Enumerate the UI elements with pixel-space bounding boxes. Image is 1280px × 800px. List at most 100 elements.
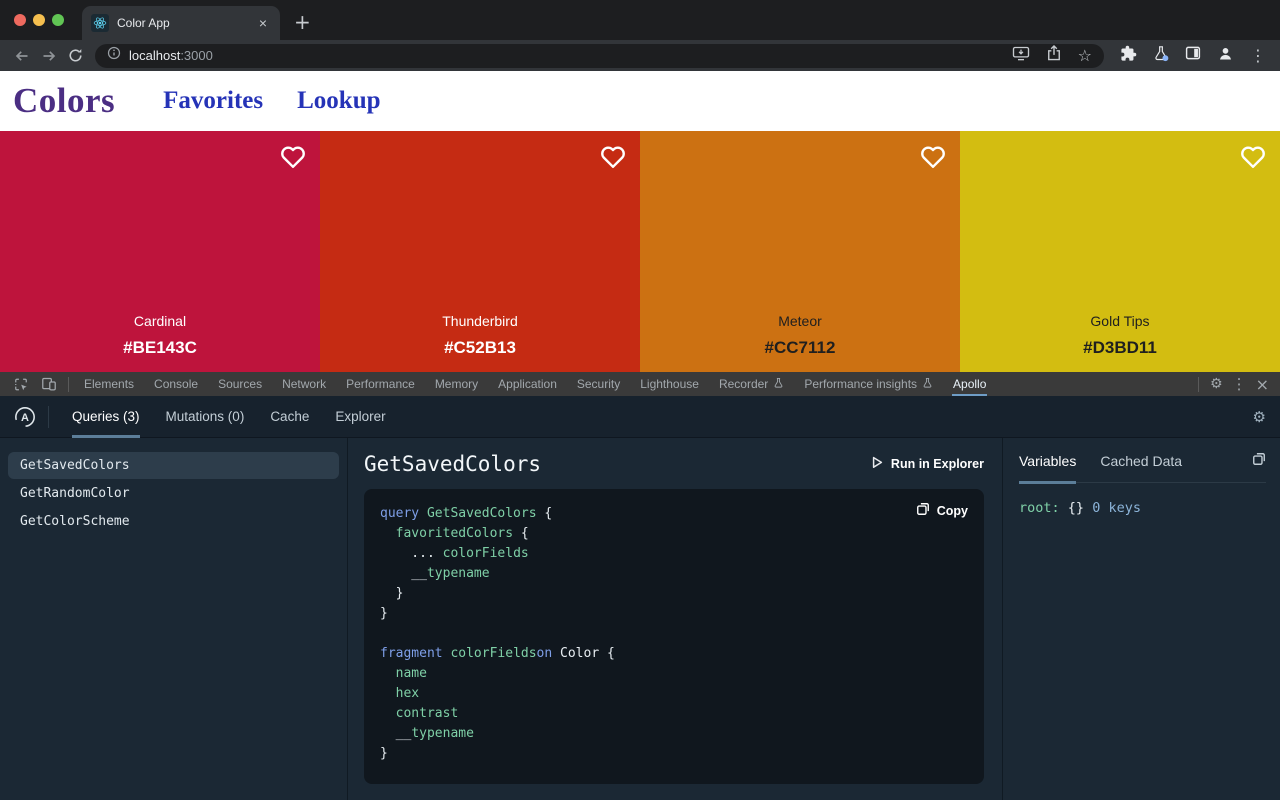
run-in-explorer-button[interactable]: Run in Explorer [871,456,984,472]
favorite-heart-icon[interactable] [599,144,627,174]
devtools-tab[interactable]: Recorder [709,372,794,396]
devtools-tab[interactable]: Console [144,372,208,396]
query-list-item[interactable]: GetSavedColors [8,452,339,479]
side-panel-icon[interactable] [1185,45,1201,66]
devtools-tab-label: Sources [218,377,262,391]
forward-icon[interactable] [35,48,62,64]
devtools-tab-label: Lighthouse [640,377,699,391]
devtools-tab-label: Recorder [719,377,768,391]
reload-icon[interactable] [62,48,89,63]
code-line: } [380,584,968,604]
devtools-menu-icon[interactable]: ⋮ [1229,375,1250,393]
devtools-settings-gear-icon[interactable]: ⚙ [1210,376,1223,392]
devtools-tab[interactable]: Network [272,372,336,396]
profile-avatar-icon[interactable] [1217,45,1234,67]
favorite-heart-icon[interactable] [279,144,307,174]
browser-tab[interactable]: Color App × [82,6,280,40]
variables-root-row[interactable]: root: {} 0 keys [1003,483,1280,533]
variables-panel: Variables Cached Data root: {} 0 keys [1002,438,1280,800]
color-swatch: Thunderbird #C52B13 [320,131,640,372]
color-swatches: Cardinal #BE143C Thunderbird #C52B13 Met… [0,131,1280,372]
back-icon[interactable] [8,48,35,64]
apollo-logo-icon: A [14,406,36,428]
color-swatch: Gold Tips #D3BD11 [960,131,1280,372]
swatch-name: Thunderbird [442,313,518,329]
devtools-tab[interactable]: Performance insights [794,372,943,396]
devtools-tab-label: Security [577,377,620,391]
apollo-header: A Queries (3)Mutations (0)CacheExplorer … [0,396,1280,438]
new-tab-button[interactable]: + [294,12,311,32]
code-line: ... colorFields [380,544,968,564]
bookmark-star-icon[interactable]: ☆ [1078,46,1092,65]
minimize-window-button[interactable] [33,14,45,26]
flask-icon [922,377,933,392]
copy-icon [916,502,930,519]
devtools-tab-label: Performance insights [804,377,917,391]
swatch-hex: #D3BD11 [1083,338,1157,358]
code-line: __typename [380,564,968,584]
extensions-puzzle-icon[interactable] [1120,45,1137,67]
url-text: localhost:3000 [129,48,213,63]
browser-window: Color App × + localhost:3000 [0,0,1280,800]
apollo-tab[interactable]: Queries (3) [72,396,140,438]
favorite-heart-icon[interactable] [919,144,947,174]
code-line: } [380,604,968,624]
query-list: GetSavedColorsGetRandomColorGetColorSche… [0,438,348,800]
devtools-tab[interactable]: Apollo [943,372,996,396]
devtools-tab-label: Elements [84,377,134,391]
devtools-tab[interactable]: Sources [208,372,272,396]
devtools-tab[interactable]: Application [488,372,567,396]
devtools-close-icon[interactable]: × [1256,375,1273,394]
devtools-tab[interactable]: Performance [336,372,425,396]
devtools-tab-label: Network [282,377,326,391]
variables-panel-tab[interactable]: Variables [1019,453,1076,482]
variables-panel-tab[interactable]: Cached Data [1100,453,1182,482]
experiments-flask-icon[interactable] [1153,45,1169,67]
swatch-name: Cardinal [134,313,186,329]
query-list-item[interactable]: GetColorScheme [8,508,339,535]
query-list-item[interactable]: GetRandomColor [8,480,339,507]
site-nav: Colors Favorites Lookup [0,71,1280,131]
favorite-heart-icon[interactable] [1239,144,1267,174]
svg-text:A: A [21,412,29,424]
apollo-tab[interactable]: Cache [270,396,309,438]
code-line: query GetSavedColors { [380,504,968,524]
close-window-button[interactable] [14,14,26,26]
browser-menu-icon[interactable]: ⋮ [1250,46,1266,65]
devtools-tab-label: Performance [346,377,415,391]
apollo-settings-gear-icon[interactable]: ⚙ [1253,408,1266,426]
code-line: favoritedColors { [380,524,968,544]
code-line [380,624,968,644]
color-swatch: Meteor #CC7112 [640,131,960,372]
swatch-hex: #BE143C [123,338,197,358]
inspect-element-icon[interactable] [7,377,35,392]
apollo-tab[interactable]: Mutations (0) [166,396,245,438]
site-logo[interactable]: Colors [13,81,115,121]
tab-close-icon[interactable]: × [256,15,270,31]
swatch-name: Gold Tips [1090,313,1149,329]
swatch-hex: #CC7112 [765,338,836,358]
nav-link[interactable]: Lookup [297,87,380,115]
site-info-icon[interactable] [107,46,121,65]
window-controls [0,0,76,40]
play-icon [871,456,883,472]
devtools-tabs: Elements Console Sources Network [74,372,996,396]
toolbar-right: ⋮ [1112,45,1272,67]
devtools-tab[interactable]: Elements [74,372,144,396]
devtools-tab[interactable]: Lighthouse [630,372,709,396]
install-app-icon[interactable] [1012,46,1030,66]
address-bar[interactable]: localhost:3000 ☆ [95,44,1104,68]
flask-icon [773,377,784,392]
devtools-tab[interactable]: Memory [425,372,488,396]
devtools-tab-label: Apollo [953,377,986,391]
code-line: hex [380,684,968,704]
zoom-window-button[interactable] [52,14,64,26]
nav-link[interactable]: Favorites [163,87,263,115]
apollo-tab[interactable]: Explorer [335,396,385,438]
device-toolbar-icon[interactable] [35,377,63,391]
share-icon[interactable] [1047,45,1061,66]
devtools-tab[interactable]: Security [567,372,630,396]
devtools-tab-label: Console [154,377,198,391]
copy-variables-icon[interactable] [1252,452,1266,482]
copy-query-button[interactable]: Copy [916,502,968,519]
